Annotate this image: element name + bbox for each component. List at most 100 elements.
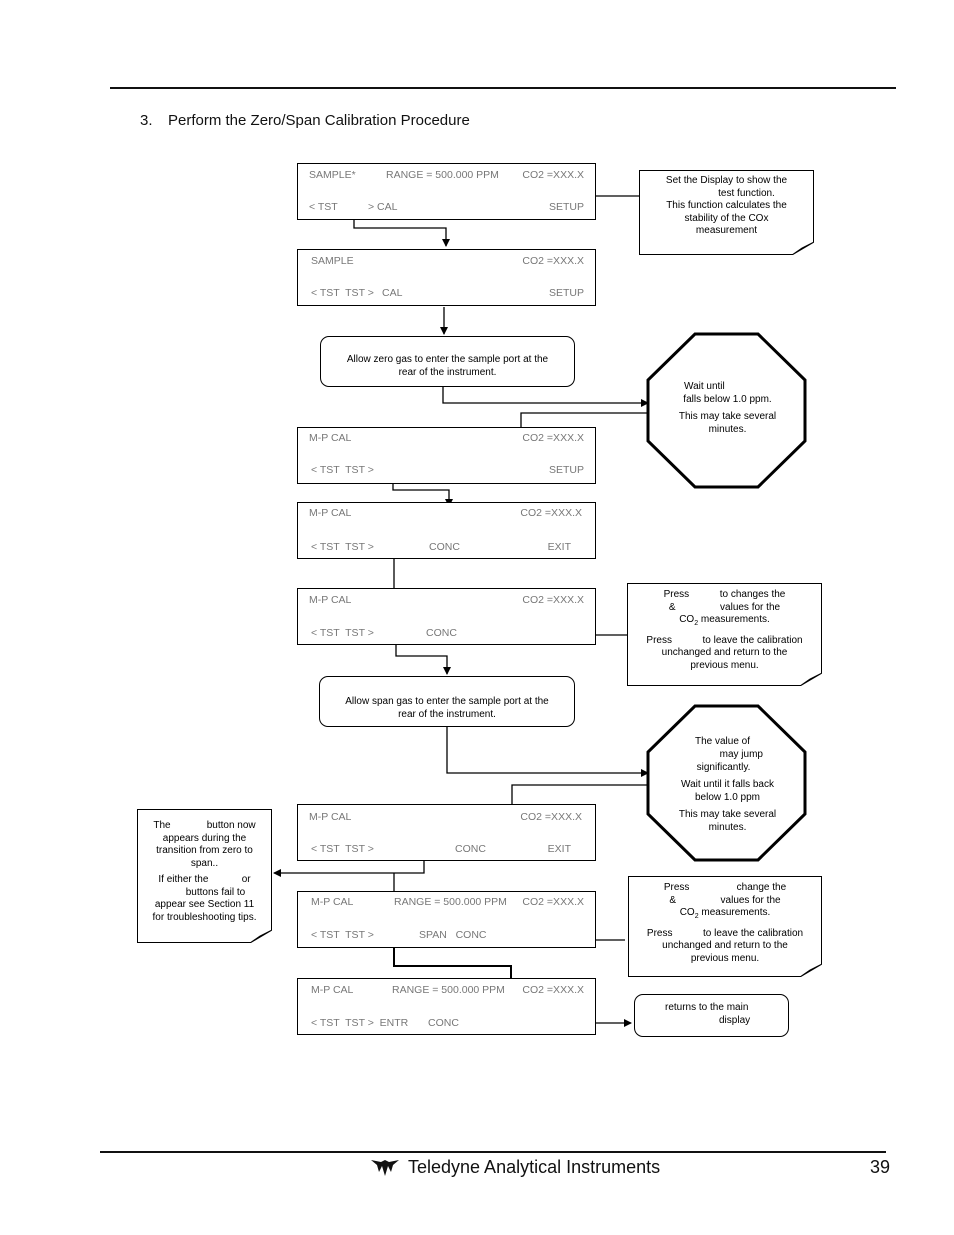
arrow-s5-span	[395, 642, 451, 675]
note-line: Press to leave the calibration	[646, 634, 803, 646]
screen-key-exit: EXIT	[547, 541, 571, 553]
step-line: display	[719, 1014, 751, 1026]
stop-line: This may take several	[678, 809, 777, 820]
display-screen-4: M-P CAL CO2 =XXX.X < TST TST > CONC EXIT	[297, 502, 596, 559]
screen-mode: M-P CAL	[311, 984, 354, 996]
note-set-display: Set the Display to show the test functio…	[639, 170, 814, 255]
screen-mode: M-P CAL	[309, 811, 352, 823]
stop-sign-zero-text: Wait until falls below 1.0 ppm. This may…	[660, 380, 795, 436]
stop-line: Wait until it falls back	[681, 779, 774, 790]
footer-rule	[100, 1151, 886, 1153]
screen-mode: SAMPLE	[311, 255, 354, 267]
display-screen-8: M-P CAL RANGE = 500.000 PPM CO2 =XXX.X <…	[297, 978, 596, 1035]
note-line: unchanged and return to the	[662, 940, 788, 951]
screen-reading: CO2 =XXX.X	[522, 255, 584, 267]
screen-key-exit: EXIT	[547, 843, 571, 855]
screen-key-tst: < TST TST >	[311, 843, 374, 855]
note-line: Press change the	[663, 882, 787, 893]
screen-reading: CO2 =XXX.X	[522, 896, 584, 908]
screen-mode: M-P CAL	[311, 896, 354, 908]
screen-reading: CO2 =XXX.X	[522, 594, 584, 606]
stop-line: Wait until	[684, 381, 725, 392]
step-returns: returns to the main display	[634, 994, 789, 1037]
stop-line: may jump	[719, 749, 763, 760]
display-screen-6: M-P CAL CO2 =XXX.X < TST TST > CONC EXIT	[297, 804, 596, 861]
screen-key-tst: < TST TST >	[311, 929, 374, 941]
heading-text: Perform the Zero/Span Calibration Proced…	[168, 112, 470, 129]
note-line: span..	[190, 857, 219, 869]
screen-key-tst-entr: < TST TST > ENTR	[311, 1017, 409, 1029]
note-line: previous menu.	[690, 659, 759, 671]
note-line: for troubleshooting tips.	[152, 911, 257, 923]
note-line: appears during the	[162, 832, 247, 844]
display-screen-1: SAMPLE* RANGE = 500.000 PPM CO2 =XXX.X <…	[297, 163, 596, 220]
screen-key-tst: < TST TST >	[311, 464, 374, 476]
note-line: previous menu.	[690, 952, 760, 964]
stop-line: significantly.	[696, 762, 751, 773]
note-line: Set the Display to show the	[665, 175, 788, 186]
teledyne-logo-icon	[371, 1160, 399, 1176]
screen-reading: CO2 =XXX.X	[522, 984, 584, 996]
display-screen-7: M-P CAL RANGE = 500.000 PPM CO2 =XXX.X <…	[297, 891, 596, 948]
stop-line: falls below 1.0 ppm.	[683, 394, 772, 405]
note-line: measurement	[695, 225, 758, 236]
screen-key-conc: CONC	[455, 843, 486, 855]
page-curl-icon	[792, 242, 814, 255]
screen-reading: CO2 =XXX.X	[522, 169, 584, 181]
header-rule	[110, 87, 896, 89]
screen-mode: M-P CAL	[309, 594, 352, 606]
note-line: unchanged and return to the	[661, 647, 788, 658]
screen-key-conc: CONC	[428, 1017, 459, 1029]
step-line: rear of the instrument.	[398, 366, 497, 378]
step-line: returns to the main	[665, 1002, 749, 1013]
screen-key-tst: < TST	[309, 201, 338, 213]
step-zero-gas: Allow zero gas to enter the sample port …	[320, 336, 575, 387]
stop-line: The value of	[694, 736, 751, 747]
note-line: CO2 measurements.	[679, 614, 770, 627]
screen-key-conc: CONC	[426, 627, 457, 639]
screen-reading: CO2 =XXX.X	[520, 811, 582, 823]
display-screen-2: SAMPLE CO2 =XXX.X < TST TST > CAL SETUP	[297, 249, 596, 306]
screen-key-span-conc: SPAN CONC	[419, 929, 487, 941]
arrow-span-stop	[446, 727, 649, 777]
arrow-zero-stop	[442, 386, 649, 407]
step-line: Allow zero gas to enter the sample port …	[346, 354, 549, 365]
page-curl-icon	[800, 673, 822, 686]
page-curl-icon	[800, 964, 822, 977]
display-screen-3: M-P CAL CO2 =XXX.X < TST TST > SETUP	[297, 427, 596, 484]
step-line: rear of the instrument.	[398, 708, 496, 720]
screen-key-setup: SETUP	[548, 464, 584, 476]
heading-number: 3.	[140, 112, 153, 129]
note-line: transition from zero to	[156, 845, 253, 856]
screen-key-tst: < TST TST >	[311, 541, 374, 553]
screen-range: RANGE = 500.000 PPM	[392, 984, 505, 996]
note-line: CO2 measurements.	[679, 907, 771, 920]
screen-mode: M-P CAL	[309, 432, 352, 444]
note-line: If either the or	[158, 874, 251, 885]
screen-key-tst: < TST TST >	[311, 627, 374, 639]
step-line: Allow span gas to enter the sample port …	[345, 696, 549, 707]
stop-line: minutes.	[708, 822, 747, 833]
stop-sign-span-text: The value of may jump significantly. Wai…	[660, 735, 795, 834]
section-heading: 3. Perform the Zero/Span Calibration Proc…	[140, 112, 470, 129]
screen-mode: SAMPLE*	[309, 169, 356, 181]
screen-key-tst: < TST TST >	[311, 287, 374, 299]
display-screen-5: M-P CAL CO2 =XXX.X < TST TST > CONC	[297, 588, 596, 645]
note-span-button: The button now appears during the transi…	[137, 809, 272, 943]
stop-line: This may take several	[678, 411, 777, 422]
footer-brand: Teledyne Analytical Instruments	[408, 1157, 661, 1177]
page-number: 39	[870, 1157, 891, 1177]
note-line: buttons fail to	[185, 886, 246, 898]
screen-range: RANGE = 500.000 PPM	[386, 169, 499, 181]
stop-line: minutes.	[708, 424, 747, 435]
page-curl-icon	[250, 930, 272, 943]
screen-key-setup: SETUP	[548, 201, 584, 213]
screen-key-conc: CONC	[429, 541, 460, 553]
screen-range: RANGE = 500.000 PPM	[394, 896, 507, 908]
screen-reading: CO2 =XXX.X	[522, 432, 584, 444]
screen-reading: CO2 =XXX.X	[520, 507, 582, 519]
note-line: stability of the COx	[684, 212, 769, 224]
screen-mode: M-P CAL	[309, 507, 352, 519]
note-line: & values for the	[669, 894, 781, 906]
note-line: This function calculates the	[666, 200, 787, 211]
